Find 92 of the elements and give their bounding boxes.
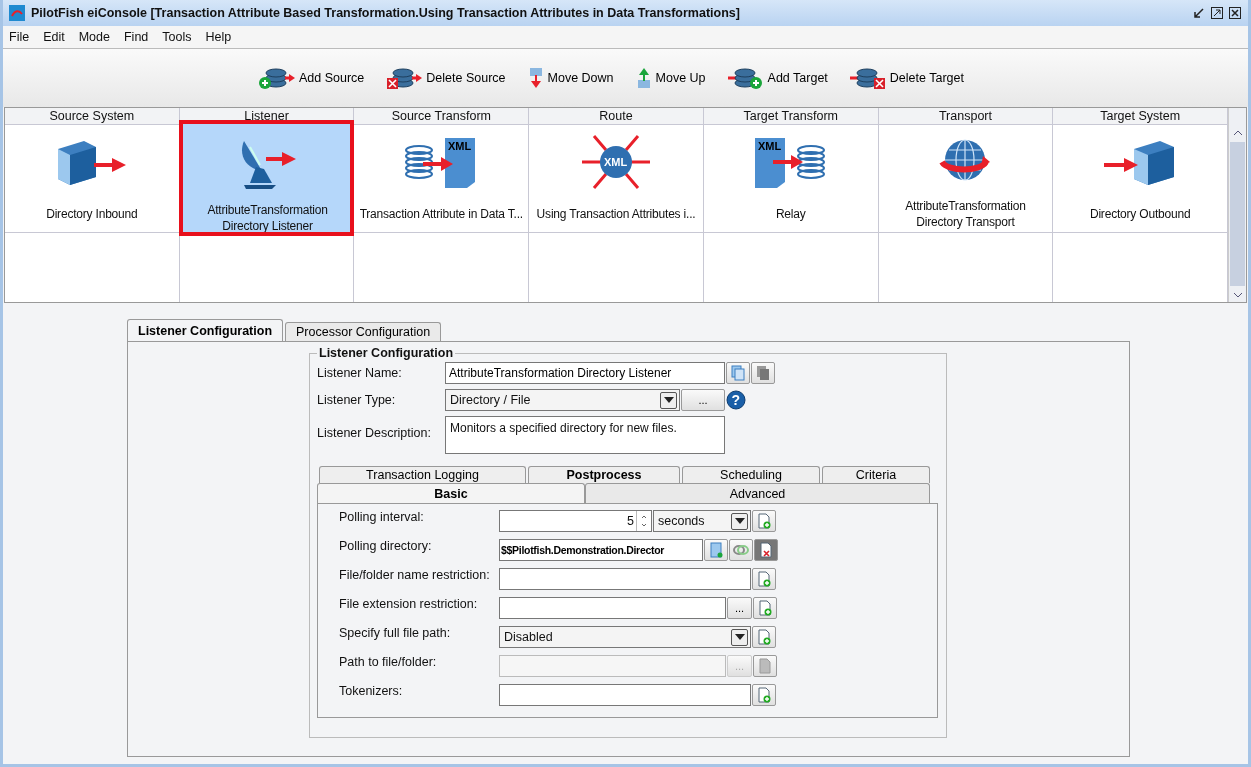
close-icon[interactable] xyxy=(1228,6,1242,20)
add-document-icon xyxy=(757,571,771,587)
copy-icon xyxy=(756,365,770,381)
dropdown-arrow-icon xyxy=(663,397,674,403)
delete-database-icon xyxy=(849,66,886,90)
stage-cell[interactable]: XML Relay xyxy=(703,125,878,233)
stage-cell[interactable]: Directory Outbound xyxy=(1053,125,1228,233)
dropdown[interactable]: Directory / File xyxy=(445,389,680,411)
dropdown-arrow-icon xyxy=(734,634,745,640)
tab[interactable]: Scheduling xyxy=(682,466,820,483)
window-title: PilotFish eiConsole [Transaction Attribute Based Transformation.Using Transaction Attributes in Data Transformations] xyxy=(31,6,741,20)
icon-button[interactable] xyxy=(753,597,777,619)
field-label: Path to file/folder: xyxy=(339,655,438,669)
toolbar-button[interactable]: Delete Source xyxy=(386,66,514,90)
tab[interactable]: Postprocess xyxy=(528,466,680,483)
maximize-icon[interactable] xyxy=(1210,6,1224,20)
text-area[interactable]: Monitors a specified directory for new files. xyxy=(445,416,725,454)
copy-icon xyxy=(731,365,745,381)
icon-button[interactable] xyxy=(752,510,776,532)
tab[interactable]: Basic xyxy=(317,483,585,504)
field-label: Listener Name: xyxy=(317,366,403,380)
column-header: Transport xyxy=(878,108,1053,125)
icon-button[interactable] xyxy=(729,539,753,561)
help-icon[interactable]: ? xyxy=(726,390,746,410)
icon-button[interactable] xyxy=(704,539,728,561)
icon-button[interactable] xyxy=(752,626,776,648)
dropdown-arrow-icon xyxy=(734,518,745,524)
icon-button[interactable] xyxy=(726,362,750,384)
field-label: Listener Type: xyxy=(317,393,397,407)
input-field[interactable]: $$Pilotfish.Demonstration.Director xyxy=(499,539,703,561)
input-field[interactable]: AttributeTransformation Directory Listener xyxy=(445,362,725,384)
toolbar-button[interactable]: Move Up xyxy=(635,67,714,89)
scrollbar[interactable] xyxy=(1228,108,1246,302)
input-field[interactable] xyxy=(499,568,751,590)
toolbar-button[interactable]: Delete Target xyxy=(849,66,972,90)
stage-cell[interactable]: XML Transaction Attribute in Data T... xyxy=(354,125,529,233)
remove-document-icon xyxy=(759,542,773,558)
tab[interactable]: Transaction Logging xyxy=(319,466,526,483)
column-header: Source Transform xyxy=(354,108,529,125)
browse-button[interactable]: ... xyxy=(727,597,752,619)
toolbar-button[interactable]: Add Target xyxy=(727,66,836,90)
add-document-icon xyxy=(757,687,771,703)
field-label: Tokenizers: xyxy=(339,684,404,698)
add-document-icon xyxy=(758,658,772,674)
add-document-icon xyxy=(757,513,771,529)
dropdown[interactable]: seconds xyxy=(653,510,751,532)
stage-cell[interactable]: AttributeTransformation Directory Listener xyxy=(179,121,354,235)
tab[interactable]: Advanced xyxy=(585,483,930,503)
icon-button[interactable] xyxy=(754,539,778,561)
stage-cell[interactable]: XML Using Transaction Attributes i... xyxy=(529,125,703,233)
tab[interactable]: Criteria xyxy=(822,466,930,483)
stage-cell[interactable]: AttributeTransformation Directory Transport xyxy=(878,125,1053,233)
minimize-icon[interactable] xyxy=(1192,6,1206,20)
field-label: Polling interval: xyxy=(339,510,425,524)
field-label: File extension restriction: xyxy=(339,597,479,611)
icon-button[interactable] xyxy=(752,684,776,706)
add-database-icon xyxy=(259,66,295,90)
document-icon xyxy=(709,542,723,558)
menu-item[interactable]: Edit xyxy=(43,30,65,44)
column-header: Target System xyxy=(1053,108,1228,125)
menu-item[interactable]: Help xyxy=(205,30,232,44)
add-database-icon xyxy=(727,66,764,90)
menu-item[interactable]: Mode xyxy=(78,30,110,44)
menu-item[interactable]: Tools xyxy=(162,30,192,44)
link-icon xyxy=(733,544,749,556)
add-document-icon xyxy=(757,629,771,645)
input-field[interactable] xyxy=(499,684,751,706)
dropdown[interactable]: Disabled xyxy=(499,626,751,648)
spinner-field[interactable]: 5 xyxy=(499,510,652,532)
down-arrow-icon xyxy=(527,67,544,89)
add-document-icon xyxy=(758,600,772,616)
input-field[interactable] xyxy=(499,597,726,619)
up-arrow-icon xyxy=(635,67,652,89)
menu-item[interactable]: Find xyxy=(124,30,149,44)
toolbar-button[interactable]: Add Source xyxy=(259,66,373,90)
column-header: Source System xyxy=(5,108,179,125)
icon-button[interactable] xyxy=(752,568,776,590)
browse-button[interactable]: ... xyxy=(681,389,725,411)
delete-database-icon xyxy=(386,66,423,90)
field-label: Specify full file path: xyxy=(339,626,452,640)
column-header: Target Transform xyxy=(703,108,878,125)
field-label: File/folder name restriction: xyxy=(339,568,491,582)
field-label: Listener Description: xyxy=(317,426,432,440)
tab[interactable]: Listener Configuration xyxy=(127,319,284,341)
toolbar-button[interactable]: Move Down xyxy=(527,67,622,89)
stage-cell[interactable]: Directory Inbound xyxy=(5,125,179,233)
group-title: Listener Configuration xyxy=(318,346,455,360)
tab[interactable]: Processor Configuration xyxy=(285,322,442,341)
app-logo-icon xyxy=(9,5,25,21)
column-header: Route xyxy=(529,108,703,125)
field-label: Polling directory: xyxy=(339,539,433,553)
menu-item[interactable]: File xyxy=(9,30,30,44)
